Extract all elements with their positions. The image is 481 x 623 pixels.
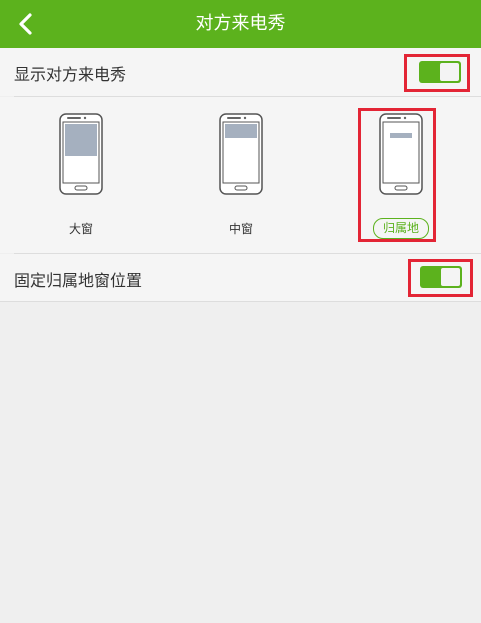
highlight-frame — [404, 54, 470, 92]
call-show-settings-screen: 对方来电秀 显示对方来电秀 大窗 中窗 归属地 固定归属地窗位置 — [0, 0, 481, 623]
top-bar: 对方来电秀 — [0, 0, 481, 48]
fixed-location-window-label: 固定归属地窗位置 — [14, 271, 143, 290]
display-mode-medium-window[interactable]: 中窗 — [211, 113, 271, 236]
display-mode-big-window[interactable]: 大窗 — [51, 113, 111, 236]
phone-medium-window-icon — [219, 113, 263, 195]
phone-big-window-icon — [59, 113, 103, 195]
highlight-frame — [358, 108, 436, 242]
page-title: 对方来电秀 — [195, 13, 286, 34]
highlight-frame — [408, 259, 473, 297]
display-mode-label: 大窗 — [68, 222, 93, 236]
display-mode-label: 中窗 — [228, 222, 253, 236]
divider — [0, 301, 481, 302]
preview-fill — [65, 124, 97, 156]
show-caller-show-label: 显示对方来电秀 — [14, 65, 127, 84]
